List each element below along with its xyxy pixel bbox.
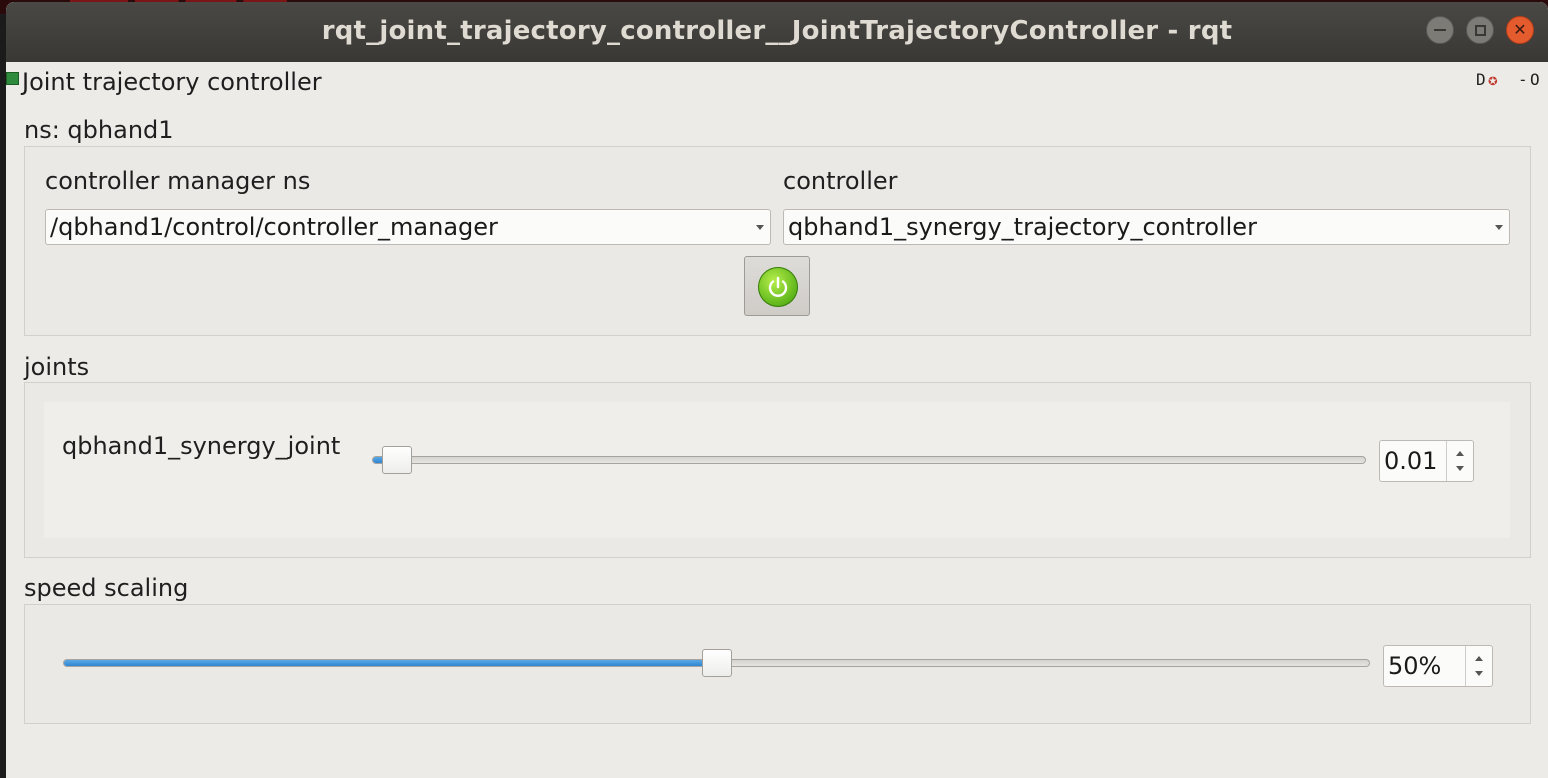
speed-section-label: speed scaling	[24, 574, 189, 602]
chevron-down-icon	[756, 225, 764, 230]
controller-combo[interactable]: qbhand1_synergy_trajectory_controller	[783, 209, 1510, 245]
controller-label: controller	[783, 167, 898, 195]
reload-icon[interactable]: ✪	[1488, 70, 1498, 89]
power-icon	[758, 267, 798, 307]
chevron-down-icon	[1495, 225, 1503, 230]
joints-section-label: joints	[24, 353, 90, 381]
spin-down-icon[interactable]	[1475, 671, 1483, 676]
plugin-icon	[6, 72, 19, 85]
plugin-toolbar[interactable]: D ✪ - O	[1476, 70, 1546, 92]
help-icon[interactable]: D	[1476, 70, 1486, 89]
speed-value: 50%	[1388, 652, 1442, 680]
window-title: rqt_joint_trajectory_controller__JointTr…	[321, 16, 1233, 46]
close-icon[interactable]: ✕	[1506, 16, 1534, 44]
plugin-title: Joint trajectory controller	[22, 68, 322, 96]
rqt-window: rqt_joint_trajectory_controller__JointTr…	[6, 2, 1548, 778]
spin-buttons[interactable]	[1446, 441, 1473, 481]
spin-down-icon[interactable]	[1456, 466, 1464, 471]
joint-row: qbhand1_synergy_joint 0.01	[44, 402, 1510, 538]
spin-up-icon[interactable]	[1456, 451, 1464, 456]
spin-up-icon[interactable]	[1475, 656, 1483, 661]
speed-slider-fill	[64, 660, 718, 666]
joint-value: 0.01	[1384, 447, 1438, 475]
close-plugin-icon[interactable]: O	[1530, 70, 1540, 89]
ns-section-label: ns: qbhand1	[24, 116, 174, 144]
speed-slider-handle[interactable]	[701, 649, 732, 677]
minimize-icon[interactable]	[1426, 16, 1454, 44]
enable-controller-button[interactable]	[744, 256, 810, 316]
speed-value-spinbox[interactable]: 50%	[1383, 645, 1493, 687]
minimize-plugin-icon[interactable]: -	[1518, 70, 1528, 89]
speed-groupbox: 50%	[24, 604, 1531, 724]
controller-manager-ns-label: controller manager ns	[45, 167, 311, 195]
joint-slider-track[interactable]	[372, 456, 1366, 464]
maximize-icon[interactable]	[1466, 16, 1494, 44]
joint-value-spinbox[interactable]: 0.01	[1379, 440, 1474, 482]
spin-buttons[interactable]	[1465, 646, 1492, 686]
controller-manager-ns-value: /qbhand1/control/controller_manager	[50, 213, 498, 241]
joint-name: qbhand1_synergy_joint	[62, 432, 341, 460]
titlebar[interactable]: rqt_joint_trajectory_controller__JointTr…	[6, 2, 1548, 62]
joint-slider-handle[interactable]	[381, 446, 412, 474]
controller-manager-ns-combo[interactable]: /qbhand1/control/controller_manager	[45, 209, 771, 245]
controller-value: qbhand1_synergy_trajectory_controller	[788, 213, 1257, 241]
